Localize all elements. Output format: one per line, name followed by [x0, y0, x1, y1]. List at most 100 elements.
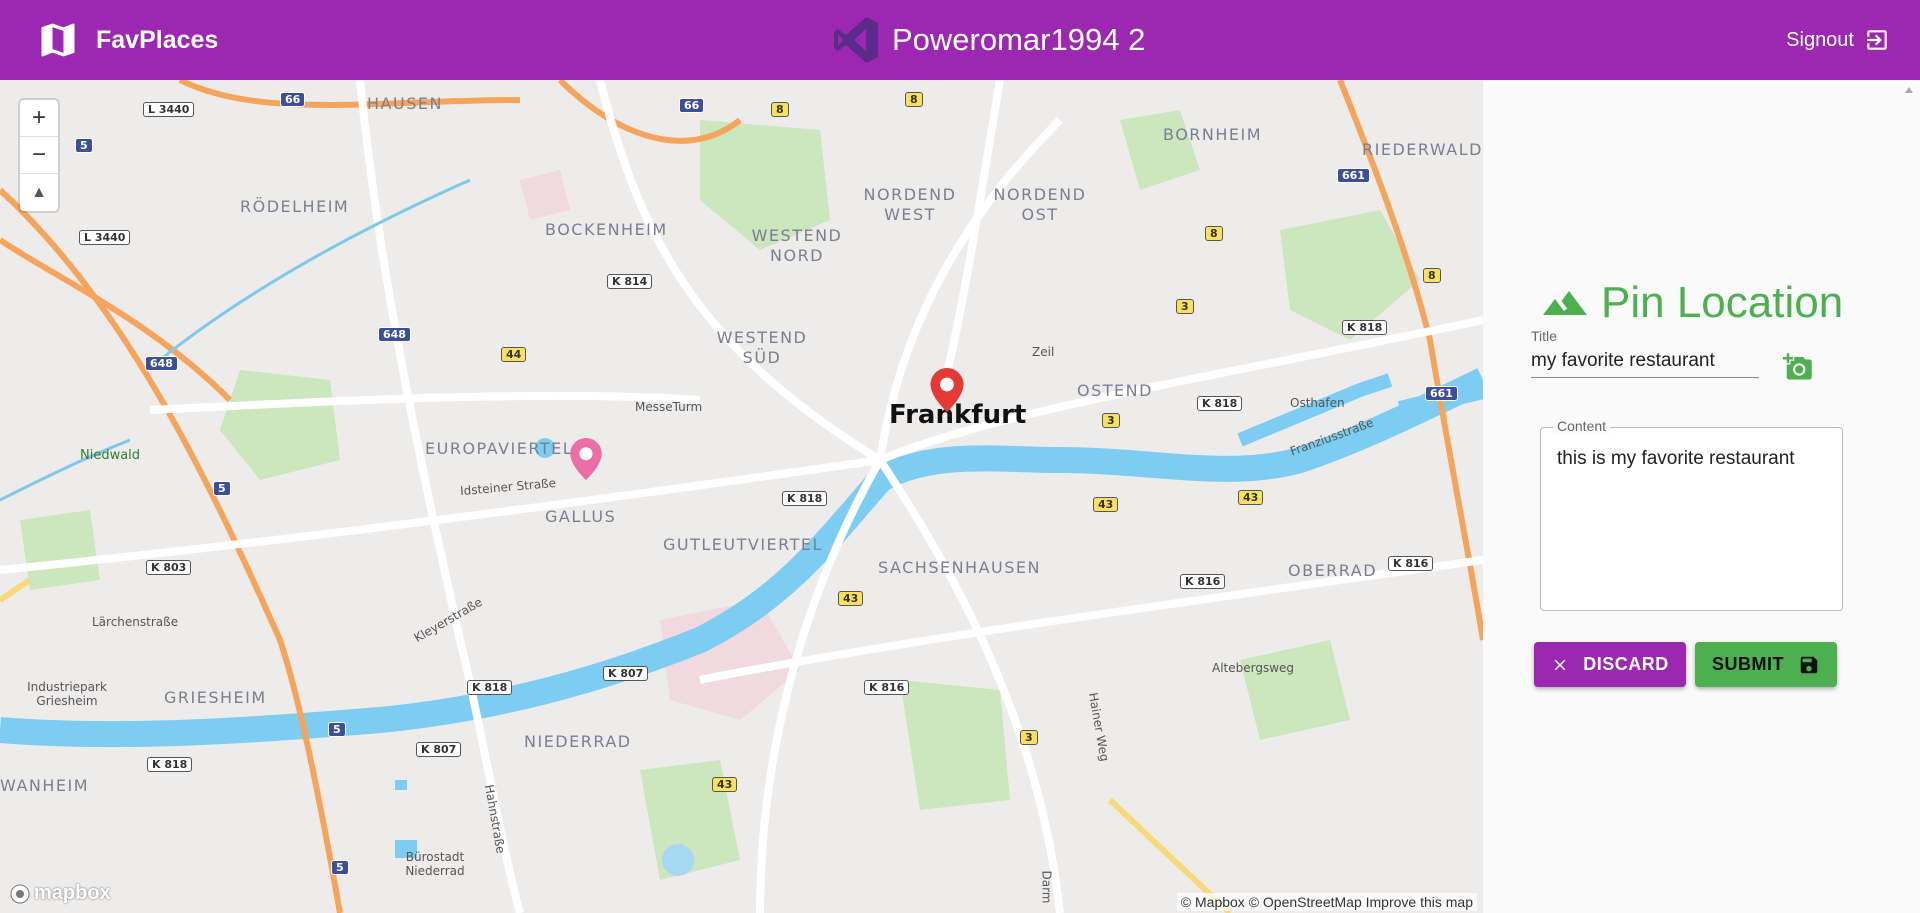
district-label: SACHSENHAUSEN [878, 558, 1041, 577]
title-input[interactable] [1531, 344, 1759, 378]
form-heading-text: Pin Location [1601, 278, 1844, 327]
content-textarea[interactable]: Content this is my favorite restaurant [1540, 418, 1843, 611]
district-label: GRIESHEIM [164, 688, 267, 707]
road-shield: 66 [280, 92, 306, 107]
road-shield: K 818 [1197, 396, 1243, 411]
district-label: HAUSEN [367, 94, 443, 113]
place-label: Industriepark Griesheim [27, 680, 107, 708]
map-pin-icon[interactable] [930, 368, 964, 412]
road-shield: 8 [771, 102, 789, 117]
road-shield: K 818 [467, 680, 513, 695]
road-shield: K 816 [864, 680, 910, 695]
road-shield: 43 [712, 777, 738, 792]
mapbox-logo-text: mapbox [34, 882, 111, 904]
discard-button[interactable]: DISCARD [1534, 642, 1686, 687]
mapbox-logo-icon [10, 884, 30, 903]
app-bar: FavPlaces Poweromar1994 2 Signout [0, 0, 1920, 80]
district-label: OBERRAD [1288, 561, 1378, 580]
district-label: NIEDERRAD [524, 732, 632, 751]
road-shield: K 818 [1342, 320, 1388, 335]
scroll-arrow-icon[interactable] [1904, 84, 1914, 98]
road-shield: K 816 [1180, 574, 1226, 589]
road-shield: 43 [1238, 490, 1264, 505]
road-shield: 5 [331, 860, 349, 875]
road-shield: 66 [679, 98, 705, 113]
place-label: Altebergsweg [1212, 661, 1295, 675]
app-title: FavPlaces [96, 25, 219, 54]
road-shield: 648 [378, 327, 411, 342]
close-icon [1554, 659, 1566, 670]
content-value[interactable]: this is my favorite restaurant [1557, 448, 1795, 470]
place-label: Niedwald [80, 448, 141, 463]
road-shield: 8 [1423, 268, 1441, 283]
district-label: WANHEIM [0, 776, 90, 795]
place-label: Bürostadt Niederrad [405, 850, 465, 878]
road-shield: L 3440 [143, 102, 195, 117]
road-shield: 661 [1337, 168, 1370, 183]
submit-button[interactable]: SUBMIT [1695, 642, 1837, 687]
title-label: Title [1531, 328, 1557, 344]
save-icon [1800, 656, 1818, 673]
road-shield: 43 [1093, 497, 1119, 512]
map-icon [41, 23, 75, 57]
district-label: WESTEND NORD [751, 226, 843, 265]
signout-icon [1867, 30, 1887, 50]
road-shield: K 807 [416, 742, 462, 757]
road-shield: 3 [1020, 730, 1038, 745]
road-shield: L 3440 [79, 230, 131, 245]
district-label: GUTLEUTVIERTEL [663, 535, 823, 554]
district-label: RÖDELHEIM [240, 197, 350, 216]
map-pin-icon[interactable] [570, 438, 602, 480]
district-label: NORDEND OST [993, 185, 1087, 224]
road-shield: K 803 [146, 560, 192, 575]
road-shield: 5 [75, 138, 93, 153]
district-label: WESTEND SÜD [716, 328, 808, 367]
road-shield: K 816 [1388, 556, 1434, 571]
place-label: Osthafen [1290, 396, 1345, 410]
place-label: Zeil [1032, 345, 1055, 359]
pin-location-panel: Pin Location Title Content this is my fa… [1483, 80, 1920, 913]
brand[interactable]: FavPlaces [36, 18, 218, 62]
district-label: RIEDERWALD [1362, 140, 1483, 159]
district-label: NORDEND WEST [863, 185, 957, 224]
road-shield: 3 [1102, 413, 1120, 428]
place-label: Darm [1039, 870, 1054, 904]
place-label: Lärchenstraße [92, 615, 179, 629]
zoom-out-button[interactable]: − [20, 137, 58, 174]
road-shield: 8 [905, 92, 923, 107]
signout-button[interactable]: Signout [1786, 24, 1890, 56]
mapbox-logo[interactable]: mapbox [10, 882, 111, 905]
road-shield: 43 [838, 591, 864, 606]
map-attribution[interactable]: © Mapbox © OpenStreetMap Improve this ma… [1176, 893, 1477, 911]
zoom-controls: + − ▲ [20, 100, 58, 211]
terrain-icon [1543, 291, 1587, 315]
road-shield: 5 [328, 722, 346, 737]
visual-studio-logo-icon [834, 17, 878, 63]
map[interactable]: HAUSEN RÖDELHEIM BOCKENHEIM WESTEND NORD… [0, 80, 1483, 913]
district-label: EUROPAVIERTEL [425, 439, 574, 458]
road-shield: 5 [213, 481, 231, 496]
discard-label: DISCARD [1583, 654, 1669, 674]
district-label: GALLUS [545, 507, 617, 526]
road-shield: 648 [145, 356, 178, 371]
road-shield: K 818 [782, 491, 828, 506]
district-label: OSTEND [1077, 381, 1153, 400]
road-shield: K 807 [603, 666, 649, 681]
add-photo-icon[interactable] [1783, 352, 1813, 382]
user-name: Poweromar1994 2 [892, 22, 1146, 57]
road-shield: 3 [1176, 299, 1194, 314]
form-heading: Pin Location [1541, 278, 1843, 328]
road-shield: K 818 [147, 757, 193, 772]
user-info: Poweromar1994 2 [834, 11, 1145, 69]
district-label: BOCKENHEIM [545, 220, 668, 239]
signout-label: Signout [1786, 28, 1854, 51]
place-label: MesseTurm [635, 400, 703, 414]
zoom-in-button[interactable]: + [20, 100, 58, 137]
content-label: Content [1553, 418, 1611, 434]
road-shield: 44 [501, 347, 527, 362]
compass-button[interactable]: ▲ [20, 174, 58, 211]
road-shield: 8 [1205, 226, 1223, 241]
road-shield: 661 [1425, 386, 1458, 401]
road-shield: K 814 [607, 274, 653, 289]
district-label: BORNHEIM [1163, 125, 1263, 144]
